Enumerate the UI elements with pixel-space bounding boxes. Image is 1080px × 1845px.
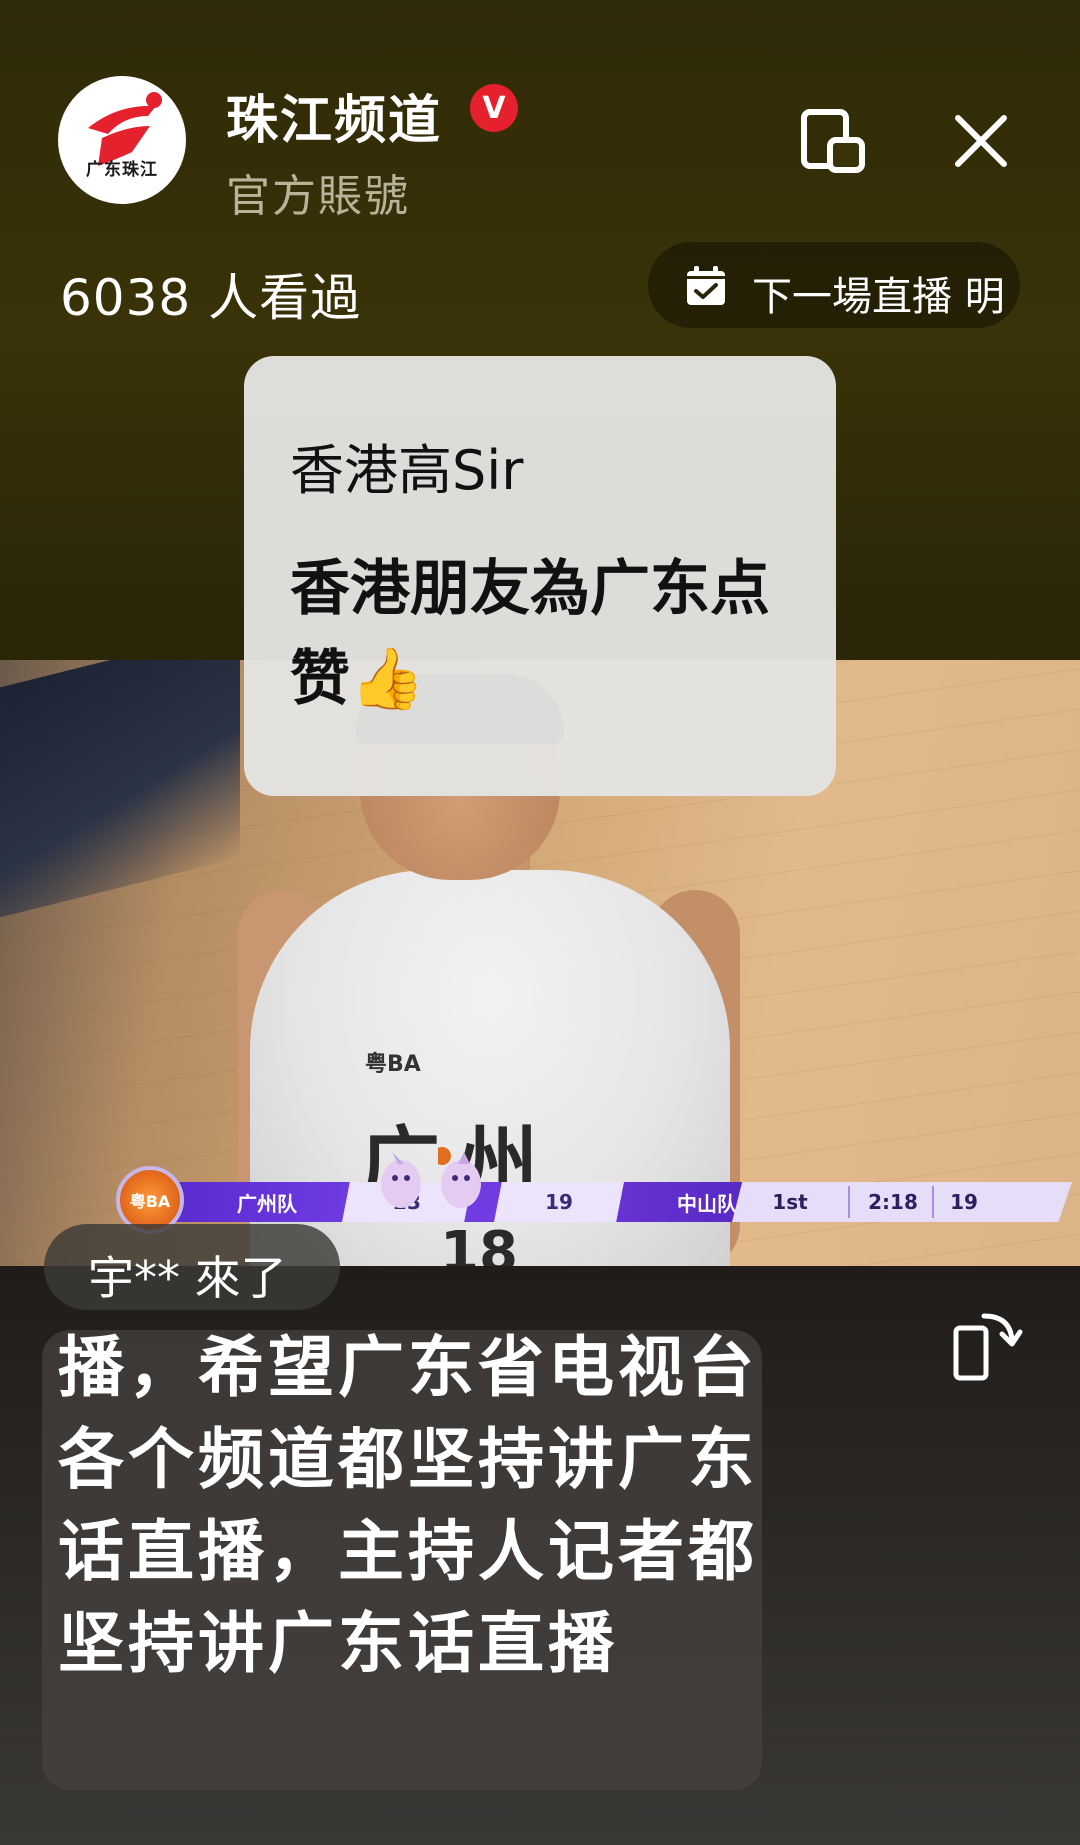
scoreboard-divider <box>932 1186 934 1218</box>
jersey-brand: 粤BA <box>365 1052 421 1077</box>
viewer-count: 6038 人看過 <box>60 269 362 327</box>
home-team-name: 广州队 <box>237 1191 297 1216</box>
rotate-screen-icon <box>953 1313 1023 1381</box>
rotate-screen-button[interactable] <box>950 1306 1024 1386</box>
avatar-logo-text: 广东珠江 <box>86 160 158 180</box>
away-score: 19 <box>494 1182 624 1222</box>
comment-message: 香港朋友為广东点赞👍 <box>290 554 770 714</box>
join-notice-text: 宇** 來了 <box>88 1251 287 1305</box>
next-live-button[interactable]: 下一場直播 明 <box>648 242 1020 328</box>
picture-in-picture-icon <box>801 109 865 173</box>
channel-avatar[interactable]: 广东珠江 <box>58 76 186 204</box>
featured-comment[interactable]: 播，希望广东省电视台各个频道都坚持讲广东话直播，主持人记者都坚持讲广东话直播 <box>42 1330 762 1790</box>
calendar-check-icon <box>687 266 725 305</box>
featured-comment-text: 播，希望广东省电视台各个频道都坚持讲广东话直播，主持人记者都坚持讲广东话直播 <box>58 1330 758 1682</box>
mascot-right-icon <box>438 1147 481 1208</box>
pinned-comment-bubble[interactable]: 香港高Sir 香港朋友為广东点赞👍 <box>244 356 836 796</box>
account-type-label: 官方賬號 <box>226 171 410 222</box>
game-period: 1st <box>772 1190 808 1214</box>
picture-in-picture-button[interactable] <box>800 108 866 174</box>
join-notice: 宇** 來了 <box>44 1224 340 1310</box>
scoreboard: 广州队 23 19 中山队 1st 2:18 19 粤BA <box>112 1147 1072 1234</box>
channel-name[interactable]: 珠江频道 <box>226 78 442 153</box>
mascot-left-icon <box>381 1152 421 1208</box>
game-clock: 2:18 <box>868 1190 918 1214</box>
shot-clock: 19 <box>950 1190 978 1214</box>
comment-username: 香港高Sir <box>290 439 524 502</box>
channel-logo-icon <box>88 92 162 166</box>
verified-badge-icon: V <box>470 84 518 132</box>
scoreboard-divider <box>848 1186 850 1218</box>
close-icon <box>955 115 1007 167</box>
close-button[interactable] <box>952 112 1010 170</box>
next-live-label: 下一場直播 明 <box>752 274 1005 320</box>
